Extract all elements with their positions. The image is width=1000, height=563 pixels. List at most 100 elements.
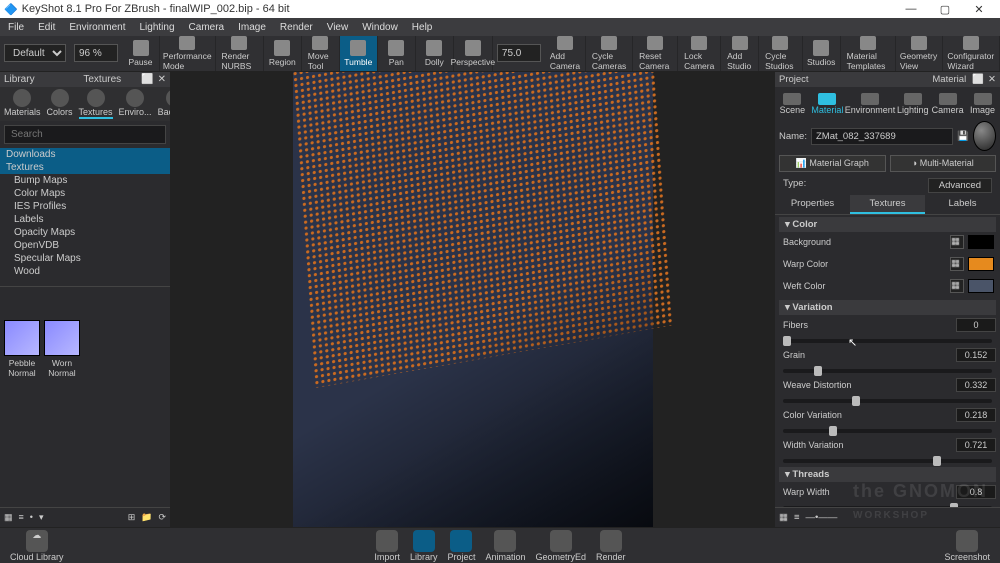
tab-environment[interactable]: Environment — [845, 91, 896, 115]
perspective-button[interactable]: Perspective — [454, 36, 493, 71]
cat-materials[interactable]: Materials — [4, 89, 41, 119]
grid-icon[interactable]: ▦ — [779, 512, 788, 523]
pause-button[interactable]: Pause — [122, 36, 160, 71]
tree-bumpmaps[interactable]: Bump Maps — [0, 174, 170, 187]
import-icon[interactable]: 📁 — [141, 512, 152, 523]
animation-button[interactable]: Animation — [485, 530, 525, 562]
fibers-slider[interactable] — [783, 339, 992, 343]
subtab-properties[interactable]: Properties — [775, 195, 850, 214]
menu-view[interactable]: View — [321, 22, 355, 33]
tree-downloads[interactable]: Downloads — [0, 148, 170, 161]
undock-icon[interactable]: ⬜ — [972, 74, 984, 85]
menu-image[interactable]: Image — [232, 22, 272, 33]
lock-camera-button[interactable]: Lock Camera — [678, 36, 721, 71]
library-button[interactable]: Library — [410, 530, 438, 562]
menu-window[interactable]: Window — [356, 22, 404, 33]
weave-val[interactable]: 0.332 — [956, 378, 996, 392]
render-button[interactable]: Render — [596, 530, 626, 562]
material-preview-ball[interactable] — [973, 121, 996, 151]
cat-environments[interactable]: Enviro... — [119, 89, 152, 119]
undock-icon[interactable]: ⬜ — [141, 74, 153, 85]
subtab-labels[interactable]: Labels — [925, 195, 1000, 214]
list-icon[interactable]: ≡ — [19, 512, 24, 523]
library-search[interactable] — [4, 125, 166, 144]
menu-render[interactable]: Render — [274, 22, 319, 33]
subtab-textures[interactable]: Textures — [850, 195, 925, 214]
region-button[interactable]: Region — [264, 36, 302, 71]
menu-lighting[interactable]: Lighting — [134, 22, 181, 33]
colorvar-slider[interactable] — [783, 429, 992, 433]
add-icon[interactable]: ⊞ — [128, 512, 136, 523]
thumb-pebble[interactable]: Pebble Normal — [4, 320, 40, 378]
section-threads[interactable]: ▾ Threads — [779, 467, 996, 482]
reset-camera-button[interactable]: Reset Camera — [633, 36, 678, 71]
grain-val[interactable]: 0.152 — [956, 348, 996, 362]
fibers-val[interactable]: 0 — [956, 318, 996, 332]
render-nurbs-button[interactable]: Render NURBS — [216, 36, 264, 71]
close-button[interactable]: ✕ — [962, 3, 996, 16]
warp-tex-icon[interactable]: ▦ — [950, 257, 964, 271]
geometry-view-button[interactable]: Geometry View — [896, 36, 943, 71]
weft-swatch[interactable] — [968, 279, 994, 293]
cycle-studios-button[interactable]: Cycle Studios — [759, 36, 803, 71]
warp-swatch[interactable] — [968, 257, 994, 271]
minimize-button[interactable]: — — [894, 3, 928, 15]
cloud-library-button[interactable]: ☁Cloud Library — [10, 530, 64, 562]
cat-textures[interactable]: Textures — [79, 89, 113, 119]
workspace-preset[interactable]: Default — [4, 44, 66, 62]
tab-scene[interactable]: Scene — [775, 91, 810, 115]
size-slider-icon[interactable]: —•—— — [806, 512, 838, 523]
tab-material[interactable]: Material — [810, 91, 845, 115]
tumble-button[interactable]: Tumble — [340, 36, 378, 71]
widthvar-val[interactable]: 0.721 — [956, 438, 996, 452]
tab-lighting[interactable]: Lighting — [895, 91, 930, 115]
grain-slider[interactable] — [783, 369, 992, 373]
tree-openvdb[interactable]: OpenVDB — [0, 239, 170, 252]
menu-file[interactable]: File — [2, 22, 30, 33]
close-icon[interactable]: ✕ — [988, 74, 996, 85]
dolly-button[interactable]: Dolly — [416, 36, 454, 71]
tab-camera[interactable]: Camera — [930, 91, 965, 115]
tree-textures[interactable]: Textures — [0, 161, 170, 174]
bg-tex-icon[interactable]: ▦ — [950, 235, 964, 249]
project-button[interactable]: Project — [447, 530, 475, 562]
tree-iesprofiles[interactable]: IES Profiles — [0, 200, 170, 213]
menu-camera[interactable]: Camera — [183, 22, 231, 33]
menu-environment[interactable]: Environment — [63, 22, 131, 33]
close-icon[interactable]: ✕ — [158, 74, 166, 85]
weft-tex-icon[interactable]: ▦ — [950, 279, 964, 293]
weave-slider[interactable] — [783, 399, 992, 403]
thumb-worn[interactable]: Worn Normal — [44, 320, 80, 378]
list-icon[interactable]: ≡ — [794, 512, 800, 523]
grid-icon[interactable]: ▦ — [4, 512, 13, 523]
widthvar-slider[interactable] — [783, 459, 992, 463]
geometry-button[interactable]: GeometryEd — [536, 530, 587, 562]
move-tool-button[interactable]: Move Tool — [302, 36, 340, 71]
configurator-button[interactable]: Configurator Wizard — [943, 36, 1000, 71]
perf-mode-button[interactable]: Performance Mode — [160, 36, 216, 71]
add-studio-button[interactable]: Add Studio — [721, 36, 759, 71]
menu-edit[interactable]: Edit — [32, 22, 61, 33]
pan-button[interactable]: Pan — [378, 36, 416, 71]
tree-specularmaps[interactable]: Specular Maps — [0, 252, 170, 265]
zoom-field[interactable] — [497, 44, 541, 62]
screenshot-button[interactable]: Screenshot — [944, 530, 990, 562]
section-color[interactable]: ▾ Color — [779, 217, 996, 232]
import-button[interactable]: Import — [374, 530, 400, 562]
cpu-usage-field[interactable] — [74, 44, 118, 62]
viewport[interactable] — [170, 72, 775, 527]
refresh-icon[interactable]: ⟳ — [158, 512, 166, 523]
multi-material-button[interactable]: ◑ Multi-Material — [890, 155, 997, 172]
tree-opacitymaps[interactable]: Opacity Maps — [0, 226, 170, 239]
studios-button[interactable]: Studios — [803, 36, 841, 71]
material-graph-button[interactable]: 📊 Material Graph — [779, 155, 886, 172]
material-templates-button[interactable]: Material Templates — [841, 36, 896, 71]
tab-image[interactable]: Image — [965, 91, 1000, 115]
menu-help[interactable]: Help — [406, 22, 439, 33]
cycle-cameras-button[interactable]: Cycle Cameras — [586, 36, 633, 71]
bg-swatch[interactable] — [968, 235, 994, 249]
save-icon[interactable]: 💾 — [957, 131, 969, 142]
section-variation[interactable]: ▾ Variation — [779, 300, 996, 315]
tree-colormaps[interactable]: Color Maps — [0, 187, 170, 200]
material-name-field[interactable] — [811, 128, 953, 145]
